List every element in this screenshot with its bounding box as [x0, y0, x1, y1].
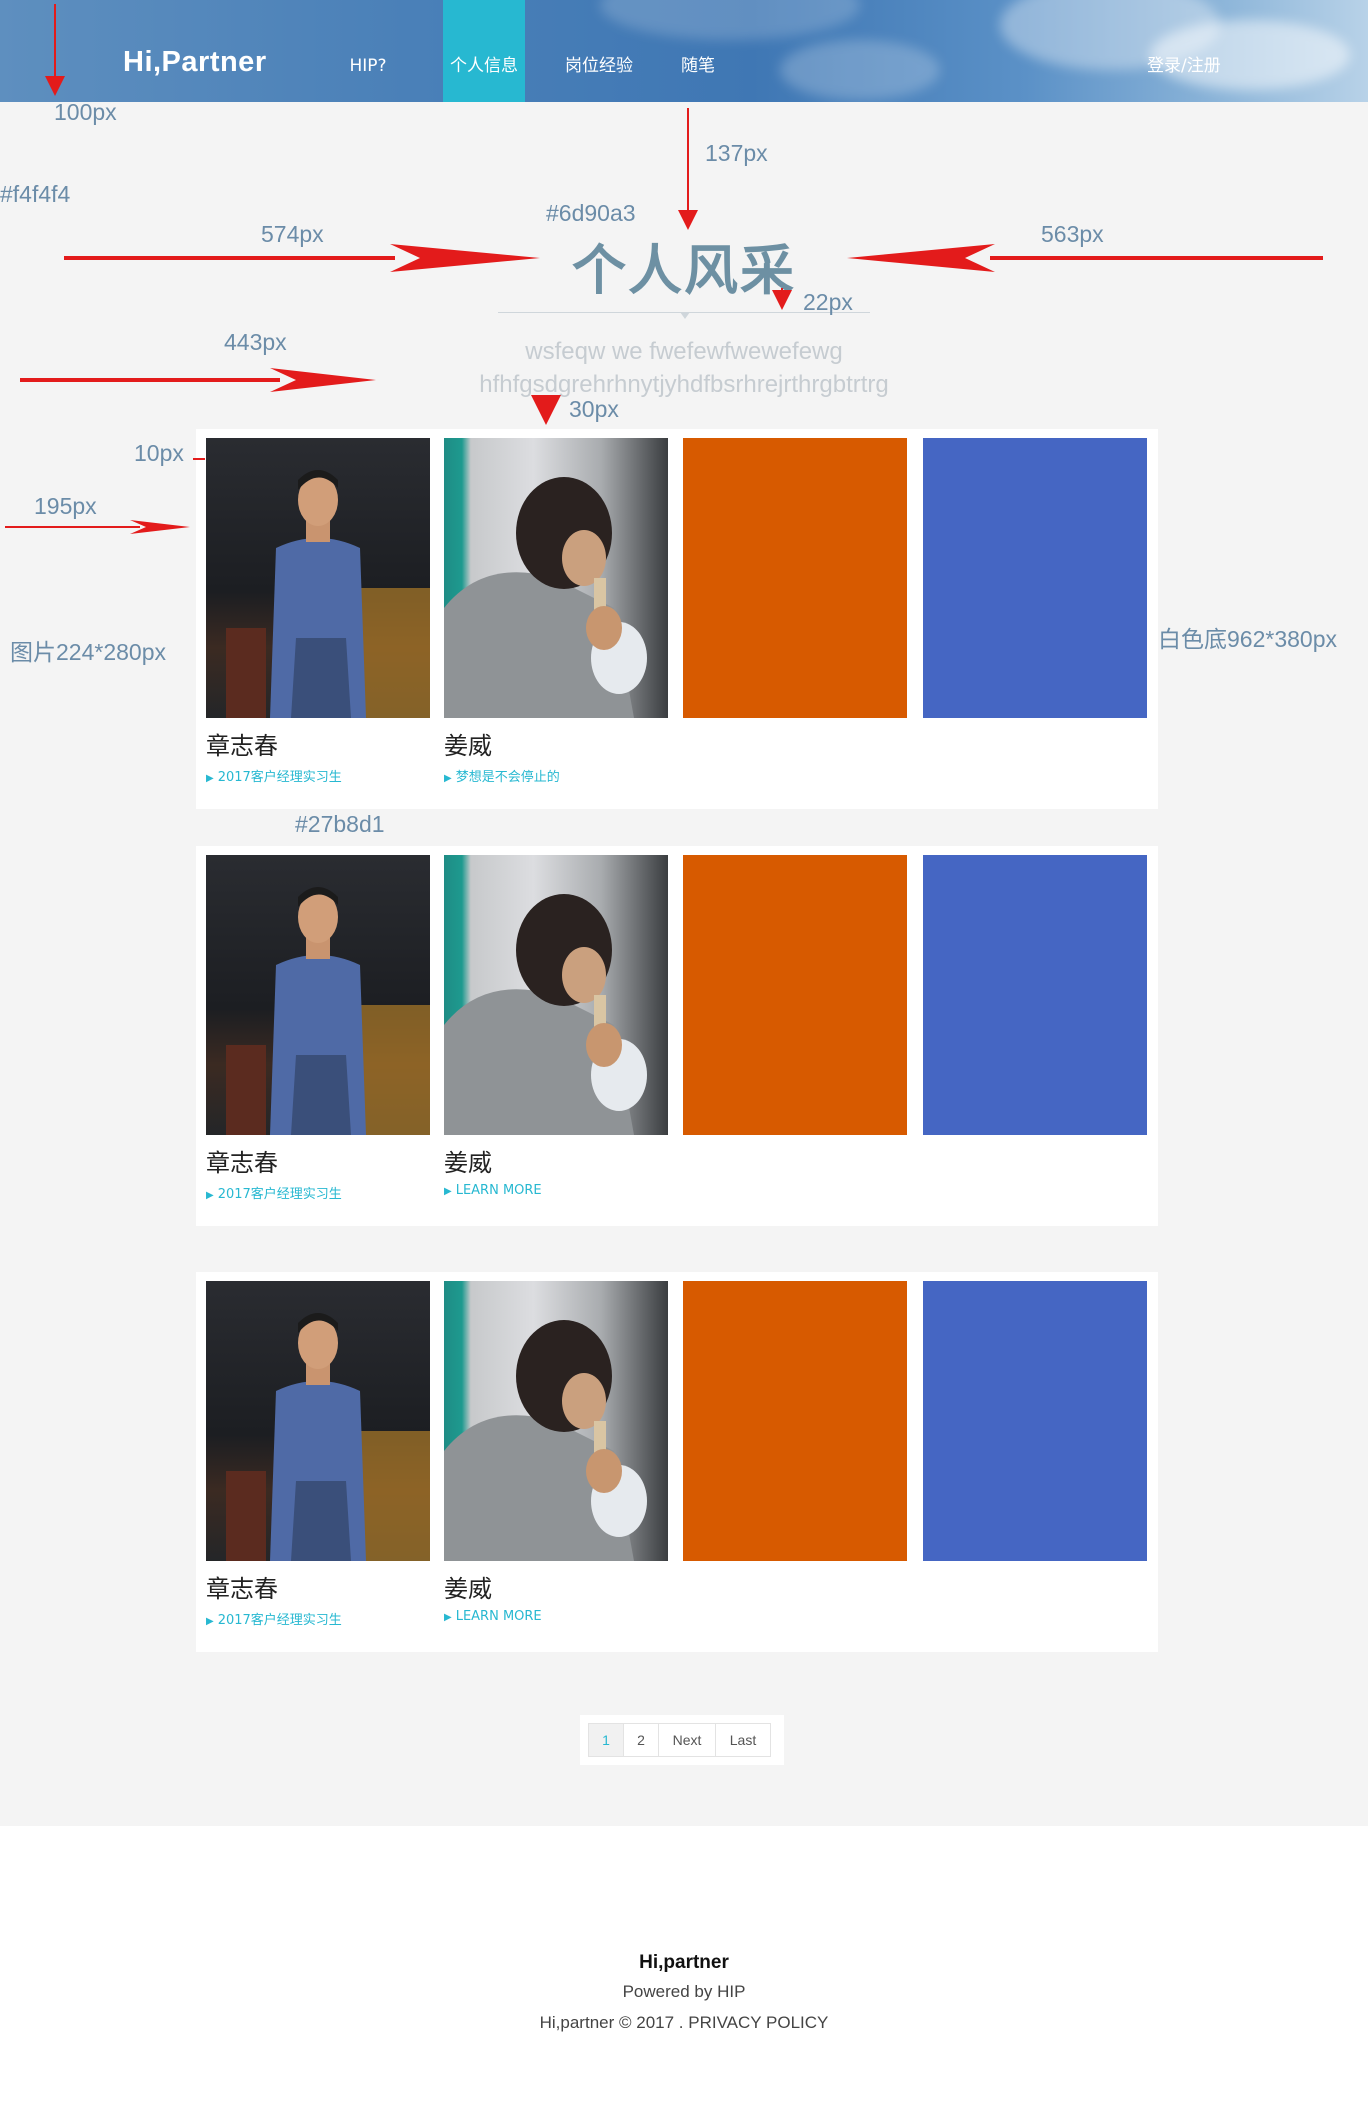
profile-photo[interactable] — [444, 1281, 668, 1561]
annotation-label: 10px — [134, 440, 184, 466]
profile-photo[interactable] — [444, 855, 668, 1135]
learn-more-link[interactable]: ▶ LEARN MORE — [444, 1609, 668, 1624]
cloud-decoration — [780, 40, 940, 100]
profile-name: 姜威 — [444, 1575, 492, 1603]
play-triangle-icon: ▶ — [206, 1616, 214, 1627]
placeholder-photo-blue[interactable] — [923, 855, 1147, 1135]
footer-powered-by: Powered by HIP — [622, 1982, 746, 2001]
profile-tag-link[interactable]: ▶ 2017客户经理实习生 — [206, 766, 430, 785]
annotation-label: 22px — [803, 289, 853, 315]
person-illustration — [226, 470, 430, 718]
person-illustration — [444, 477, 647, 718]
profile-photo[interactable] — [206, 855, 430, 1135]
profile-tag-link[interactable]: ▶ 2017客户经理实习生 — [206, 1183, 430, 1202]
footer-brand: Hi,partner — [639, 1952, 729, 1973]
placeholder-photo-orange[interactable] — [683, 1281, 907, 1561]
play-triangle-icon: ▶ — [206, 1190, 214, 1201]
profile-tag-text: LEARN MORE — [455, 1183, 542, 1198]
arrow-right-icon — [130, 520, 190, 534]
placeholder-photo-blue[interactable] — [923, 1281, 1147, 1561]
nav-item-personal-info[interactable]: 个人信息 — [443, 0, 525, 102]
annotation-label: 563px — [1041, 221, 1104, 247]
placeholder-photo-blue[interactable] — [923, 438, 1147, 718]
section-subtitle-line1: wsfeqw we fwefewfwewefewg — [525, 338, 843, 365]
annotation-label: 白色底962*380px — [1158, 626, 1337, 652]
profile-card[interactable]: 姜威 ▶ LEARN MORE — [444, 855, 668, 1198]
annotation-label: #6d90a3 — [546, 200, 636, 226]
title-divider-pointer — [680, 312, 690, 319]
footer-copyright[interactable]: Hi,partner © 2017 . PRIVACY POLICY — [0, 2013, 1368, 2033]
profile-panel: 章志春 ▶ 2017客户经理实习生 姜威 ▶ LEARN MORE — [196, 1272, 1158, 1652]
annotation-label: #27b8d1 — [295, 811, 385, 837]
page-1-button[interactable]: 1 — [588, 1723, 624, 1757]
profile-card-placeholder[interactable] — [683, 438, 907, 718]
profile-name: 章志春 — [206, 1149, 278, 1177]
person-illustration — [444, 894, 647, 1135]
site-header: Hi,Partner HIP? 个人信息 岗位经验 随笔 登录/注册 — [0, 0, 1368, 102]
profile-name: 姜威 — [444, 732, 492, 760]
profile-card[interactable]: 章志春 ▶ 2017客户经理实习生 — [206, 855, 430, 1202]
cloud-decoration — [600, 0, 860, 40]
section-title: 个人风采 — [572, 239, 796, 302]
annotation-label: 137px — [705, 140, 768, 166]
profile-card[interactable]: 章志春 ▶ 2017客户经理实习生 — [206, 438, 430, 785]
profile-tag-text: 梦想是不会停止的 — [455, 770, 560, 785]
placeholder-photo-orange[interactable] — [683, 855, 907, 1135]
annotation-label: #f4f4f4 — [0, 181, 71, 207]
profile-photo[interactable] — [206, 438, 430, 718]
person-illustration — [226, 887, 430, 1135]
site-logo[interactable]: Hi,Partner — [123, 46, 267, 79]
play-triangle-icon: ▶ — [206, 773, 214, 784]
next-page-button[interactable]: Next — [658, 1723, 716, 1757]
profile-photo[interactable] — [444, 438, 668, 718]
annotation-label: 195px — [34, 493, 97, 519]
profile-card[interactable]: 姜威 ▶ LEARN MORE — [444, 1281, 668, 1624]
nav-item-hip[interactable]: HIP? — [338, 0, 398, 102]
site-footer: Hi,partner Powered by HIP Hi,partner © 2… — [0, 1826, 1368, 2124]
profile-tag-text: LEARN MORE — [455, 1609, 542, 1624]
play-triangle-icon: ▶ — [444, 1186, 452, 1197]
profile-card[interactable]: 姜威 ▶ 梦想是不会停止的 — [444, 438, 668, 785]
nav-item-essays[interactable]: 随笔 — [678, 0, 718, 102]
profile-card-placeholder[interactable] — [923, 438, 1147, 718]
annotation-label: 443px — [224, 329, 287, 355]
nav-item-job-experience[interactable]: 岗位经验 — [560, 0, 638, 102]
profile-card-placeholder[interactable] — [923, 1281, 1147, 1561]
last-page-button[interactable]: Last — [715, 1723, 771, 1757]
profile-name: 姜威 — [444, 1149, 492, 1177]
profile-panel: 章志春 ▶ 2017客户经理实习生 姜威 ▶ 梦想是不会停止的 — [196, 429, 1158, 809]
section-subtitle-line2: hfhfgsdgrehrhnytjyhdfbsrhrejrthrgbtrtrg — [479, 371, 889, 398]
profile-tag-text: 2017客户经理实习生 — [217, 1187, 342, 1202]
annotation-label: 574px — [261, 221, 324, 247]
profile-tag-link[interactable]: ▶ 2017客户经理实习生 — [206, 1609, 430, 1628]
profile-card-placeholder[interactable] — [683, 855, 907, 1135]
person-illustration — [226, 1313, 430, 1561]
profile-card-placeholder[interactable] — [683, 1281, 907, 1561]
play-triangle-icon: ▶ — [444, 1612, 452, 1623]
pagination: 1 2 Next Last — [580, 1715, 784, 1765]
profile-tag-text: 2017客户经理实习生 — [217, 770, 342, 785]
placeholder-photo-orange[interactable] — [683, 438, 907, 718]
profile-tag-text: 2017客户经理实习生 — [217, 1613, 342, 1628]
profile-name: 章志春 — [206, 1575, 278, 1603]
person-illustration — [444, 1320, 647, 1561]
annotation-label: 图片224*280px — [10, 639, 166, 665]
page-2-button[interactable]: 2 — [623, 1723, 659, 1757]
learn-more-link[interactable]: ▶ LEARN MORE — [444, 1183, 668, 1198]
annotation-label: 30px — [569, 396, 619, 422]
play-triangle-icon: ▶ — [444, 773, 452, 784]
profile-card[interactable]: 章志春 ▶ 2017客户经理实习生 — [206, 1281, 430, 1628]
profile-photo[interactable] — [206, 1281, 430, 1561]
profile-tag-link[interactable]: ▶ 梦想是不会停止的 — [444, 766, 668, 785]
profile-card-placeholder[interactable] — [923, 855, 1147, 1135]
login-register-link[interactable]: 登录/注册 — [1147, 0, 1221, 102]
profile-name: 章志春 — [206, 732, 278, 760]
profile-panel: 章志春 ▶ 2017客户经理实习生 姜威 ▶ LEARN MORE — [196, 846, 1158, 1226]
annotation-label: 100px — [54, 99, 117, 125]
